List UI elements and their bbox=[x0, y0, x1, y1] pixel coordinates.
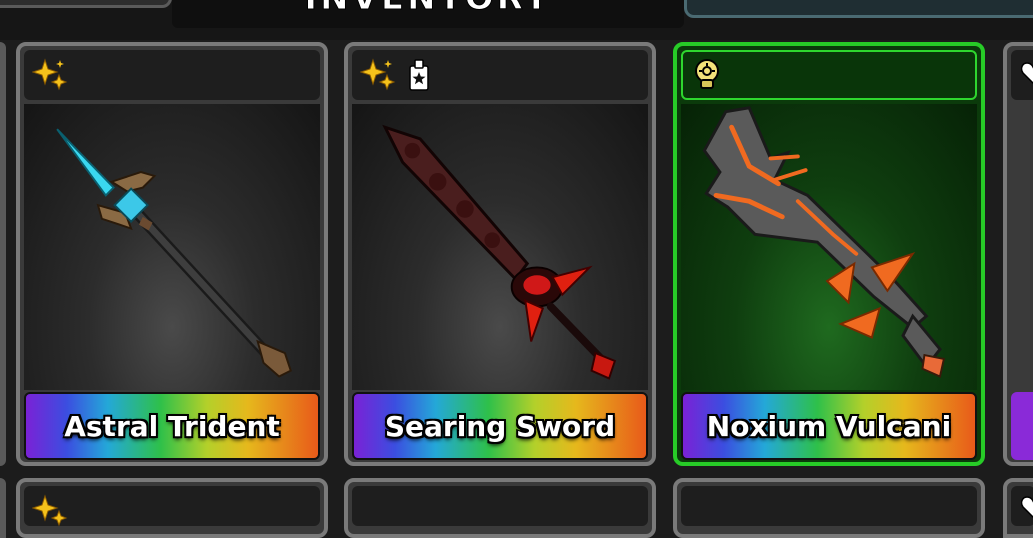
item-name-banner: Noxium Vulcani bbox=[681, 392, 977, 460]
item-name-banner: Astral Trident bbox=[24, 392, 320, 460]
item-name: Searing Sword bbox=[384, 409, 616, 443]
card-header bbox=[24, 50, 320, 100]
item-name-banner bbox=[1011, 392, 1033, 460]
vulcani-image bbox=[702, 106, 946, 378]
title-bar: INVENTORY bbox=[172, 0, 684, 28]
item-name-banner: Searing Sword bbox=[352, 392, 648, 460]
card-header bbox=[1011, 50, 1033, 100]
item-card-partial[interactable] bbox=[1003, 42, 1033, 466]
page-title: INVENTORY bbox=[172, 0, 684, 19]
card-header bbox=[352, 50, 648, 100]
search-tab[interactable] bbox=[684, 0, 1033, 18]
heart-icon bbox=[1021, 62, 1033, 84]
item-card-row2-1[interactable] bbox=[16, 478, 328, 538]
offscreen-card-edge[interactable] bbox=[0, 478, 6, 538]
card-header bbox=[24, 486, 320, 527]
star-tag-icon bbox=[409, 59, 429, 91]
item-image bbox=[24, 104, 320, 390]
item-name: Noxium Vulcani bbox=[706, 409, 952, 443]
offscreen-card-edge[interactable] bbox=[0, 42, 6, 466]
sword-image bbox=[382, 124, 617, 380]
card-header bbox=[352, 486, 648, 526]
back-tab[interactable] bbox=[0, 0, 172, 8]
item-card-noxium-vulcani[interactable]: Noxium Vulcani bbox=[673, 42, 985, 466]
item-card-astral-trident[interactable]: Astral Trident bbox=[16, 42, 328, 466]
top-bar: INVENTORY bbox=[0, 0, 1033, 40]
lightbulb-icon bbox=[695, 59, 719, 89]
item-card-row2-2[interactable] bbox=[344, 478, 656, 538]
card-header bbox=[681, 486, 977, 526]
sparkles-icon bbox=[360, 58, 396, 91]
item-card-row2-3[interactable] bbox=[673, 478, 985, 538]
item-name: Astral Trident bbox=[64, 409, 280, 443]
sparkles-icon bbox=[32, 58, 68, 91]
item-card-row2-4[interactable] bbox=[1003, 478, 1033, 538]
trident-image bbox=[56, 128, 292, 378]
sparkles-icon bbox=[32, 494, 68, 527]
item-image bbox=[352, 104, 648, 390]
heart-icon bbox=[1021, 496, 1033, 518]
card-header bbox=[681, 50, 977, 100]
item-image bbox=[681, 104, 977, 390]
item-card-searing-sword[interactable]: Searing Sword bbox=[344, 42, 656, 466]
card-header bbox=[1011, 486, 1033, 526]
